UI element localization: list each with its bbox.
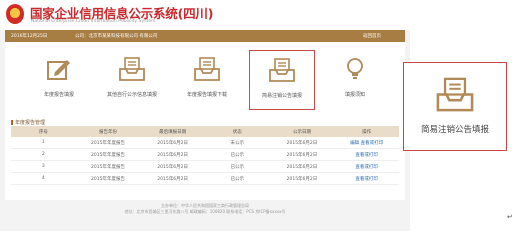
national-emblem-icon	[6, 4, 24, 24]
table-row: 3 2015年年度报告 2015年6月2日 已公示 2015年6月2日 查看或打…	[11, 160, 399, 173]
row-number: 3	[11, 160, 76, 173]
report-year: 2015年年度报告	[75, 172, 141, 185]
tile-label: 年度报告填报下载	[186, 92, 227, 98]
section-marker	[11, 120, 13, 125]
report-year: 2015年年度报告	[75, 148, 141, 161]
tile-label: 简易注销公告填报	[261, 93, 302, 99]
publish-date: 2015年6月2日	[269, 160, 335, 173]
row-number: 1	[11, 137, 76, 149]
tile-report-download[interactable]: 年度报告填报下载	[175, 50, 239, 108]
status: 未公示	[204, 137, 270, 149]
table-header-row: 序号 报告年份 最后填报日期 状态 公示日期 操作	[11, 126, 399, 137]
status: 已公示	[204, 160, 270, 173]
login-date: 2016年12月25日	[11, 34, 48, 39]
column-header: 公示日期	[269, 126, 335, 137]
row-number: 2	[11, 148, 76, 161]
column-header: 状态	[204, 126, 270, 137]
footer-address: 地址：北京市西城区三里河东路八号 邮政编码：100820 联系电话：PCS 京I…	[124, 209, 286, 214]
report-year: 2015年年度报告	[75, 137, 141, 149]
last-filed-date: 2015年6月2日	[140, 172, 205, 185]
table-row: 1 2015年年度报告 2015年6月2日 未公示 2015年6月2日 编辑 查…	[11, 137, 399, 149]
row-actions[interactable]: 查看或打印	[334, 160, 399, 173]
table-row: 2 2015年年度报告 2015年6月2日 已公示 2015年6月2日 查看或打…	[11, 148, 399, 161]
tray-document-icon	[194, 57, 220, 81]
tile-annual-report[interactable]: 年度报告填报	[27, 50, 91, 108]
status: 已公示	[204, 148, 270, 161]
site-footer: 主办单位：中华人民共和国国家工商行政管理总局 地址：北京市西城区三里河东路八号 …	[0, 203, 410, 215]
row-actions[interactable]: 查看或打印	[334, 172, 399, 185]
row-actions[interactable]: 编辑 查看或打印	[334, 137, 399, 149]
return-mark: ↵	[507, 213, 513, 221]
publish-date: 2015年6月2日	[269, 137, 335, 149]
user-info-bar: 2016年12月25日 公司：北京市某某科技有限公司 有限公司 返回首页	[5, 30, 405, 42]
publish-date: 2015年6月2日	[269, 172, 335, 185]
column-header: 序号	[11, 126, 76, 137]
table-row: 4 2015年年度报告 2015年6月2日 已公示 2015年6月2日 查看或打…	[11, 172, 399, 185]
pencil-edit-icon	[47, 60, 70, 80]
tray-document-icon	[119, 57, 145, 81]
zoomed-tile-simple-cancellation[interactable]: 简易注销公告填报	[403, 62, 507, 151]
report-year: 2015年年度报告	[75, 160, 141, 173]
column-header: 最后填报日期	[140, 126, 205, 137]
site-header: 国家企业信用信息公示系统(四川) National Enterprise Cre…	[0, 0, 410, 30]
screenshot-window: 国家企业信用信息公示系统(四川) National Enterprise Cre…	[0, 0, 410, 231]
company-name: 公司：北京市某某科技有限公司 有限公司	[75, 34, 158, 39]
tray-document-icon	[269, 58, 295, 82]
column-header: 操作	[334, 126, 399, 137]
status: 已公示	[204, 172, 270, 185]
tile-label: 填报须知	[344, 92, 365, 98]
publish-date: 2015年6月2日	[269, 148, 335, 161]
return-home-link[interactable]: 返回首页	[363, 33, 381, 39]
row-number: 4	[11, 172, 76, 185]
zoomed-tile-label: 简易注销公告填报	[420, 125, 489, 135]
last-filed-date: 2015年6月2日	[140, 148, 205, 161]
annual-report-table: 序号 报告年份 最后填报日期 状态 公示日期 操作 1 2015年年度报告 20…	[11, 126, 399, 185]
main-panel: 年度报告填报 其他自行公示信息填报 年度报告填报下载 简易注销公告填报 填报须知…	[5, 42, 405, 200]
last-filed-date: 2015年6月2日	[140, 160, 205, 173]
tile-label: 年度报告填报	[43, 92, 74, 98]
tile-other-disclosure[interactable]: 其他自行公示信息填报	[100, 50, 164, 108]
tile-simple-cancellation[interactable]: 简易注销公告填报	[249, 50, 315, 110]
column-header: 报告年份	[75, 126, 141, 137]
lightbulb-icon	[347, 58, 363, 79]
tile-label: 其他自行公示信息填报	[106, 92, 157, 98]
tray-document-icon	[436, 77, 474, 112]
tile-filing-notice[interactable]: 填报须知	[323, 50, 387, 108]
row-actions[interactable]: 查看或打印	[334, 148, 399, 161]
last-filed-date: 2015年6月2日	[140, 137, 205, 149]
site-subtitle: National Enterprise Credit Information P…	[31, 19, 156, 24]
section-title: 年度报告管理	[11, 119, 45, 126]
